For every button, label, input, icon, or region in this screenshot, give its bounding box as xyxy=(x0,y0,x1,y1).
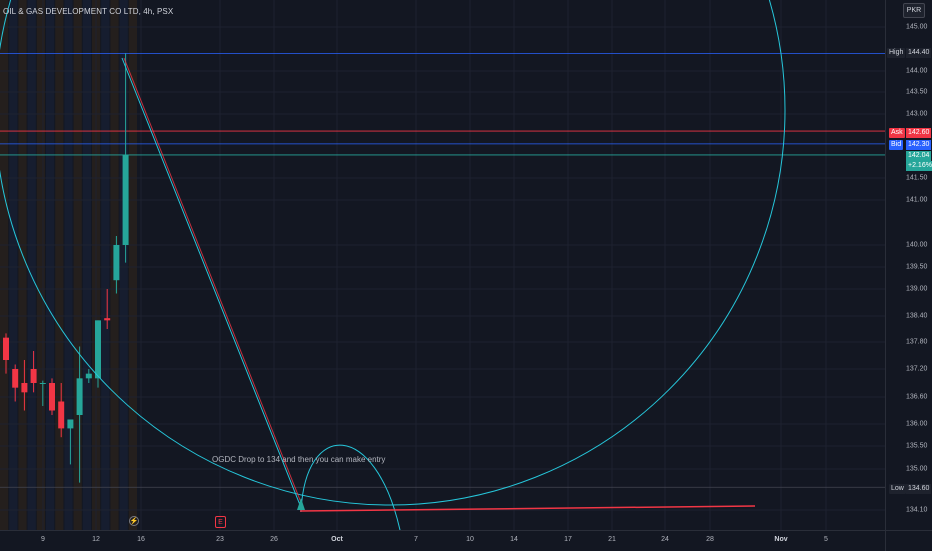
time-tick: 14 xyxy=(510,536,518,543)
text-annotation[interactable]: OGDC Drop to 134 and then you can make e… xyxy=(212,455,385,464)
candle-body xyxy=(30,369,37,383)
session-stripe xyxy=(73,0,82,530)
time-tick: 7 xyxy=(414,536,418,543)
time-axis[interactable] xyxy=(0,530,885,551)
candle-body xyxy=(3,337,9,360)
price-tick: 136.00 xyxy=(906,420,928,428)
price-tick: 139.00 xyxy=(906,285,928,293)
low-label: Low xyxy=(889,484,906,494)
candle-body xyxy=(39,383,46,384)
trend-line-down xyxy=(121,57,303,511)
price-tick: 136.60 xyxy=(906,393,928,401)
price-tick: 143.50 xyxy=(906,88,928,96)
session-stripe xyxy=(101,0,110,530)
candle-body xyxy=(12,369,19,388)
candle-body xyxy=(85,373,92,379)
price-tick: 139.50 xyxy=(906,263,928,271)
candle-body xyxy=(58,401,65,429)
symbol-title[interactable]: OIL & GAS DEVELOPMENT CO LTD, 4h, PSX xyxy=(3,7,173,16)
price-tick: 140.00 xyxy=(906,241,928,249)
price-tick: 141.50 xyxy=(906,174,928,182)
price-tick: 145.00 xyxy=(906,23,928,31)
price-tick: 143.00 xyxy=(906,110,928,118)
time-tick: 16 xyxy=(137,536,145,543)
session-stripe xyxy=(82,0,91,530)
session-stripe xyxy=(64,0,73,530)
currency-selector[interactable]: PKR xyxy=(903,3,925,18)
chart-canvas[interactable] xyxy=(0,0,885,530)
session-stripe xyxy=(36,0,45,530)
price-tick: 135.00 xyxy=(906,465,928,473)
low-value: 134.60 xyxy=(906,484,932,494)
last-price: 142.04 xyxy=(906,151,932,161)
time-tick: 23 xyxy=(216,536,224,543)
earnings-icon[interactable]: E xyxy=(215,516,226,528)
time-tick: Nov xyxy=(774,536,788,543)
chart-area[interactable]: OIL & GAS DEVELOPMENT CO LTD, 4h, PSX OG… xyxy=(0,0,885,530)
last-change: +2.16% xyxy=(906,161,932,171)
candle-body xyxy=(104,318,111,321)
time-tick: 5 xyxy=(824,536,828,543)
high-value: 144.40 xyxy=(906,48,932,58)
ask-label: Ask xyxy=(889,128,905,138)
session-stripe xyxy=(46,0,55,530)
time-tick: 24 xyxy=(661,536,669,543)
time-tick: 12 xyxy=(92,536,100,543)
candle-body xyxy=(67,419,74,429)
time-tick: Oct xyxy=(331,536,343,543)
session-stripe xyxy=(27,0,36,530)
candle-body xyxy=(95,320,101,379)
candle-body xyxy=(113,245,120,281)
candle-body xyxy=(76,378,83,415)
session-stripe xyxy=(119,0,128,530)
price-tick: 141.00 xyxy=(906,196,928,204)
bid-value: 142.30 xyxy=(906,140,932,150)
candle-body xyxy=(122,154,129,245)
axis-corner xyxy=(885,530,932,551)
bid-label: Bid xyxy=(889,140,904,150)
high-label: High xyxy=(887,48,906,58)
session-stripe xyxy=(9,0,18,530)
price-tick: 144.00 xyxy=(906,67,928,75)
session-stripe xyxy=(55,0,64,530)
price-tick: 138.40 xyxy=(906,312,928,320)
time-tick: 17 xyxy=(564,536,572,543)
ask-value: 142.60 xyxy=(906,128,932,138)
candle-body xyxy=(49,383,55,411)
candle-body xyxy=(21,383,28,393)
time-tick: 28 xyxy=(706,536,714,543)
trend-line-down-red xyxy=(123,57,305,511)
time-tick: 10 xyxy=(466,536,474,543)
price-tick: 137.20 xyxy=(906,365,928,373)
time-tick: 21 xyxy=(608,536,616,543)
time-tick: 26 xyxy=(270,536,278,543)
price-tick: 137.80 xyxy=(906,338,928,346)
time-tick: 9 xyxy=(41,536,45,543)
session-stripe xyxy=(0,0,9,530)
dividend-icon[interactable]: ⚡ xyxy=(129,516,139,526)
session-stripe xyxy=(18,0,27,530)
price-tick: 135.50 xyxy=(906,442,928,450)
price-tick: 134.10 xyxy=(906,506,928,514)
